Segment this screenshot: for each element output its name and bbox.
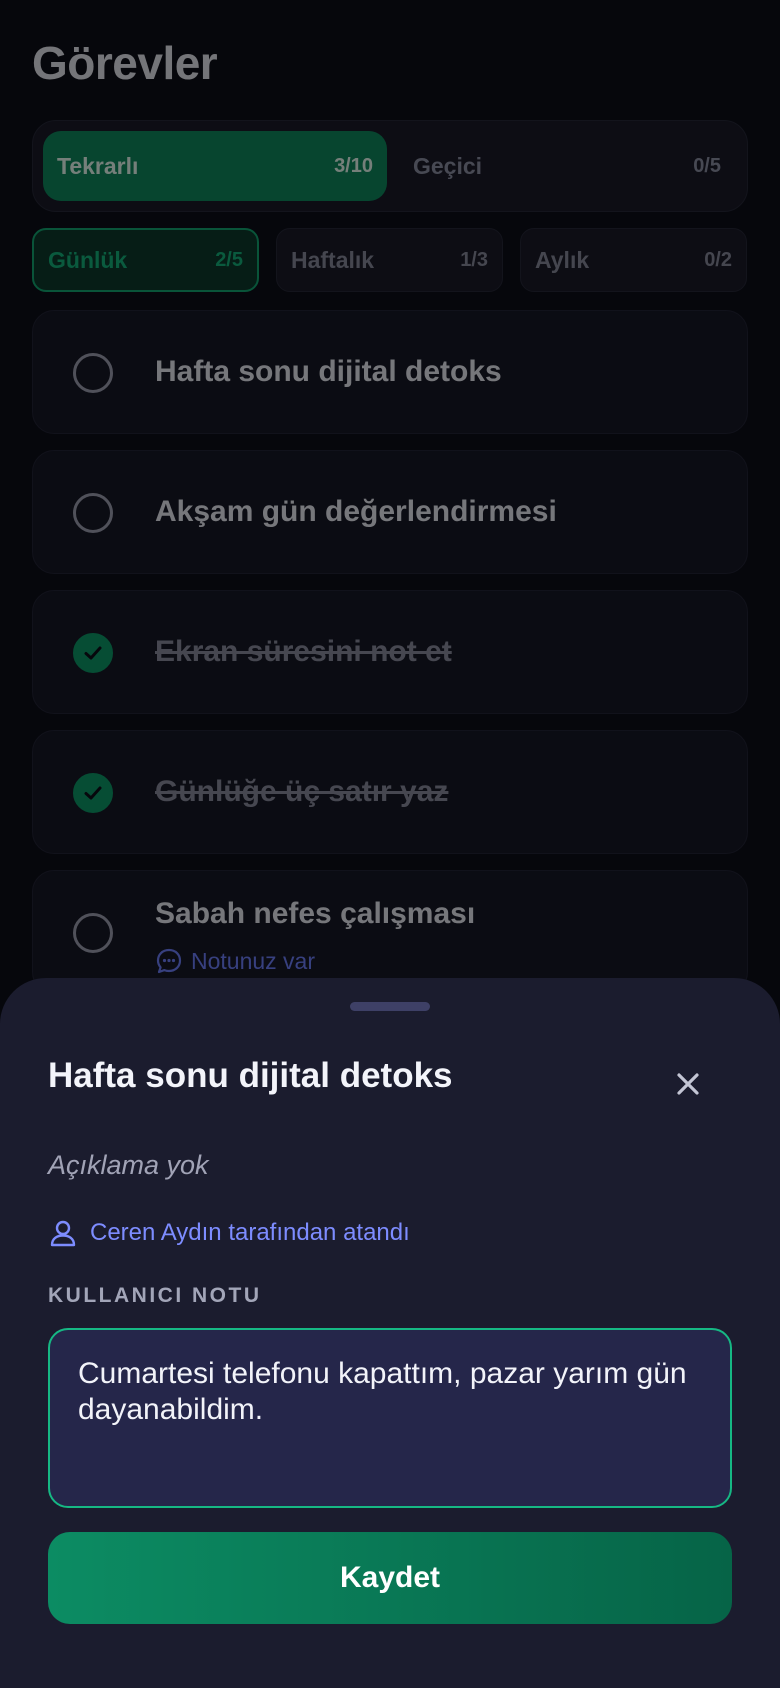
close-icon (677, 1073, 699, 1095)
note-section-label: KULLANICI NOTU (48, 1284, 262, 1307)
sheet-title: Hafta sonu dijital detoks (48, 1056, 453, 1095)
sheet-drag-handle[interactable] (350, 1002, 430, 1011)
user-note-input[interactable]: Cumartesi telefonu kapattım, pazar yarım… (48, 1328, 732, 1508)
tasks-page: Görevler Tekrarlı 3/10 Geçici 0/5 Günlük… (0, 0, 780, 1688)
assigned-by-text: Ceren Aydın tarafından atandı (90, 1219, 410, 1246)
assigned-by: Ceren Aydın tarafından atandı (48, 1218, 410, 1248)
task-detail-sheet: Hafta sonu dijital detoks Açıklama yok C… (0, 978, 780, 1688)
save-button[interactable]: Kaydet (48, 1532, 732, 1624)
user-icon (50, 1220, 76, 1247)
close-button[interactable] (664, 1060, 712, 1108)
task-description: Açıklama yok (48, 1150, 209, 1180)
